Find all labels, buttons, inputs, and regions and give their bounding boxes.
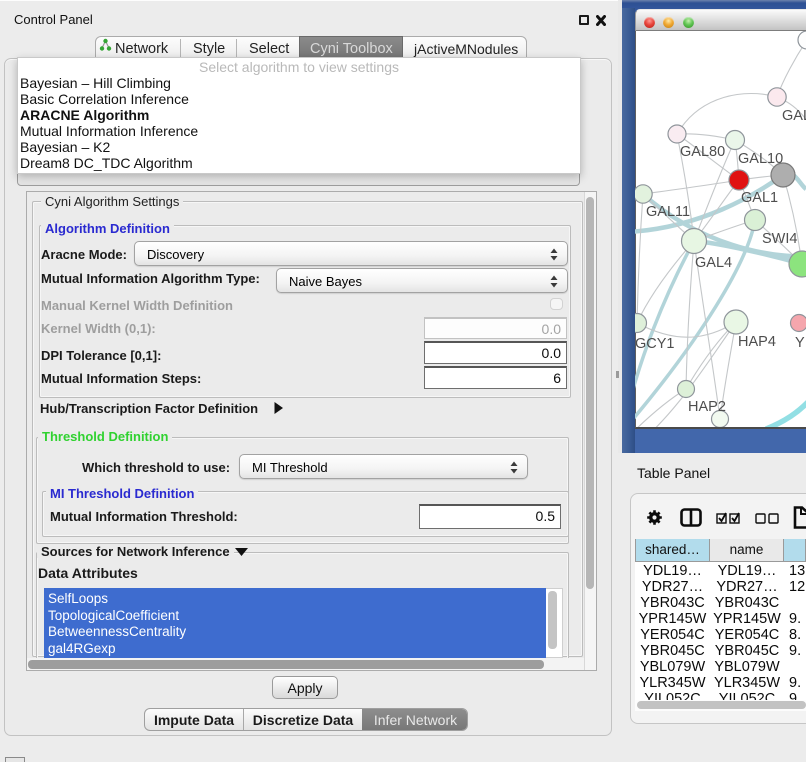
svg-text:Y: Y: [795, 335, 805, 351]
svg-text:GAL4: GAL4: [695, 255, 732, 271]
svg-text:HAP2: HAP2: [688, 399, 726, 415]
svg-text:GAL80: GAL80: [680, 144, 725, 160]
svg-text:GAL: GAL: [782, 108, 806, 124]
svg-text:SWI4: SWI4: [762, 231, 797, 247]
svg-text:GAL10: GAL10: [738, 151, 783, 167]
svg-text:GCY1: GCY1: [635, 336, 675, 352]
svg-text:GAL1: GAL1: [741, 190, 778, 206]
svg-text:HAP4: HAP4: [738, 334, 776, 350]
svg-text:GAL11: GAL11: [646, 204, 690, 220]
